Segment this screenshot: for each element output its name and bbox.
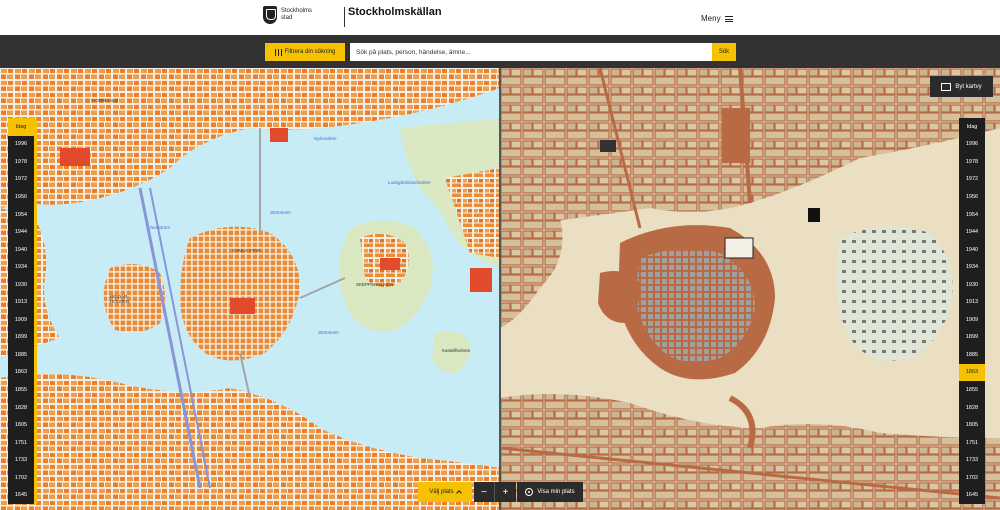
- year-item[interactable]: 1855: [959, 381, 985, 399]
- hamburger-icon: [724, 15, 733, 22]
- label-strommen-2: Strömmen: [270, 210, 291, 215]
- year-item[interactable]: 1733: [8, 451, 34, 469]
- search-button[interactable]: Sök: [712, 43, 736, 61]
- year-item[interactable]: 1956: [8, 188, 34, 206]
- year-item[interactable]: 1934: [8, 258, 34, 276]
- year-item[interactable]: 1751: [959, 434, 985, 452]
- year-selector-left: Idag 1996 1978 1972 1956 1954 1944 1940 …: [8, 118, 37, 504]
- year-selector-right: Idag 1996 1978 1972 1956 1954 1944 1940 …: [959, 118, 985, 504]
- year-item[interactable]: 1934: [959, 258, 985, 276]
- year-item[interactable]: 1954: [8, 206, 34, 224]
- year-item[interactable]: 1751: [8, 434, 34, 452]
- menu-label: Meny: [701, 14, 721, 23]
- label-ladugardslandet: Ladugårdslandsviken: [388, 180, 431, 185]
- year-item[interactable]: 1944: [959, 223, 985, 241]
- year-item[interactable]: Idag: [8, 118, 34, 136]
- year-item[interactable]: 1899: [959, 329, 985, 347]
- zoom-out-button[interactable]: −: [474, 482, 495, 502]
- map-modern[interactable]: NORRMALM GAMLA STAN RIDDAR-HOLMEN SKEPPS…: [0, 68, 500, 510]
- year-item[interactable]: 1645: [959, 486, 985, 504]
- site-title[interactable]: Stockholmskällan: [348, 6, 442, 18]
- label-skeppsholmen: SKEPPSHOLMEN: [356, 282, 394, 287]
- label-gamla-stan: GAMLA STAN: [232, 248, 261, 253]
- year-item[interactable]: 1940: [8, 241, 34, 259]
- switch-map-view-label: Byt kartvy: [955, 83, 982, 90]
- year-item[interactable]: 1944: [8, 223, 34, 241]
- year-item[interactable]: 1885: [959, 346, 985, 364]
- header-divider: [344, 7, 345, 27]
- year-item[interactable]: 1972: [8, 171, 34, 189]
- year-item[interactable]: 1863: [959, 363, 985, 382]
- choose-place-label: Välj plats: [429, 489, 454, 495]
- year-item[interactable]: 1805: [8, 416, 34, 434]
- filter-search-button[interactable]: Filtrera din sökning: [265, 43, 345, 61]
- year-item[interactable]: 1828: [959, 399, 985, 417]
- location-target-icon: [525, 488, 534, 496]
- zoom-in-button[interactable]: +: [495, 482, 516, 502]
- label-norrmalm: NORRMALM: [92, 98, 119, 103]
- filter-label: Filtrera din sökning: [284, 49, 336, 55]
- year-item[interactable]: 1828: [8, 399, 34, 417]
- year-item[interactable]: 1940: [959, 241, 985, 259]
- year-item[interactable]: 1930: [959, 276, 985, 294]
- chevron-up-icon: [455, 490, 462, 496]
- label-kastellholmen: Kastellholmen: [442, 348, 471, 353]
- year-item[interactable]: Idag: [959, 118, 985, 136]
- year-item[interactable]: 1733: [959, 451, 985, 469]
- stockholms-stad-logo[interactable]: Stockholms stad: [263, 6, 312, 24]
- switch-map-view-button[interactable]: Byt kartvy: [930, 76, 993, 97]
- show-my-location-label: Visa min plats: [537, 489, 575, 495]
- year-item[interactable]: 1909: [8, 311, 34, 329]
- year-item[interactable]: 1863: [8, 364, 34, 382]
- map-historic[interactable]: [500, 68, 1000, 510]
- year-item[interactable]: 1855: [8, 381, 34, 399]
- search-input[interactable]: [350, 43, 712, 61]
- crown-shield-icon: [263, 6, 277, 24]
- year-item[interactable]: 1702: [959, 469, 985, 487]
- search-bar: Filtrera din sökning Sök: [0, 35, 1000, 68]
- year-item[interactable]: 1996: [959, 136, 985, 154]
- show-my-location-button[interactable]: Visa min plats: [517, 482, 583, 502]
- year-item[interactable]: 1972: [959, 171, 985, 189]
- label-riddarholmen: RIDDAR-HOLMEN: [110, 294, 130, 304]
- site-header: Stockholms stad Stockholmskällan Meny: [0, 0, 1000, 35]
- year-item[interactable]: 1909: [959, 311, 985, 329]
- menu-button[interactable]: Meny: [701, 14, 733, 23]
- choose-place-button[interactable]: Välj plats: [418, 482, 472, 502]
- sliders-icon: [274, 48, 282, 56]
- year-item[interactable]: 1913: [959, 293, 985, 311]
- year-item[interactable]: 1996: [8, 136, 34, 154]
- zoom-controls: − +: [474, 482, 516, 502]
- year-item[interactable]: 1645: [8, 486, 34, 504]
- year-item[interactable]: 1930: [8, 276, 34, 294]
- logo-line-2: stad: [281, 15, 293, 21]
- year-item[interactable]: 1954: [959, 206, 985, 224]
- year-item[interactable]: 1805: [959, 416, 985, 434]
- year-item[interactable]: 1899: [8, 329, 34, 347]
- map-view-icon: [941, 82, 952, 91]
- label-norrstrom: Norrström: [150, 225, 170, 230]
- year-item[interactable]: 1702: [8, 469, 34, 487]
- year-item[interactable]: 1885: [8, 346, 34, 364]
- modern-map-graphic: [0, 68, 500, 510]
- label-strommen: Strömmen: [318, 330, 339, 335]
- year-item[interactable]: 1978: [959, 153, 985, 171]
- logo-line-1: Stockholms: [281, 8, 313, 14]
- year-item[interactable]: 1978: [8, 153, 34, 171]
- historic-map-graphic: [500, 68, 1000, 510]
- map-split-divider[interactable]: [499, 68, 501, 510]
- year-item[interactable]: 1956: [959, 188, 985, 206]
- year-item[interactable]: 1913: [8, 293, 34, 311]
- label-nybroviken: Nybroviken: [314, 136, 337, 141]
